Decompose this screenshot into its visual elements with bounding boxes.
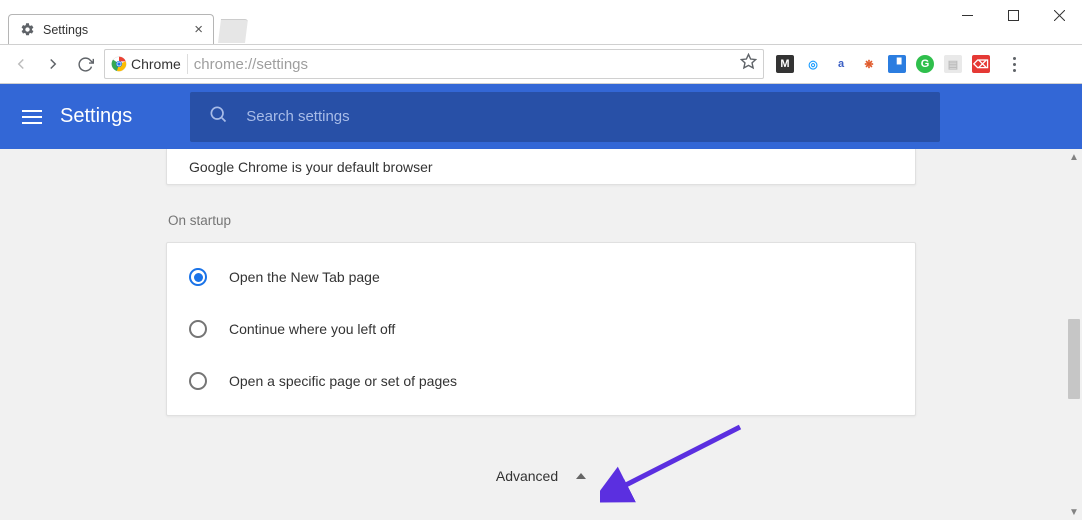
default-browser-text: Google Chrome is your default browser bbox=[189, 159, 433, 175]
site-identity[interactable]: Chrome bbox=[111, 56, 181, 72]
window-minimize-button[interactable] bbox=[944, 0, 990, 30]
radio-icon bbox=[189, 320, 207, 338]
back-button[interactable] bbox=[8, 51, 34, 77]
extensions-area: M ◎ a ❋ ▝ G ▤ ⌫ bbox=[770, 55, 996, 73]
startup-option-0[interactable]: Open the New Tab page bbox=[167, 251, 915, 303]
extension-ext-g[interactable]: G bbox=[916, 55, 934, 73]
address-bar[interactable]: Chrome chrome://settings bbox=[104, 49, 764, 79]
chrome-menu-button[interactable] bbox=[1002, 57, 1026, 72]
radio-icon bbox=[189, 268, 207, 286]
tab-strip: Settings × bbox=[0, 0, 1082, 44]
secure-label: Chrome bbox=[131, 56, 181, 72]
extension-ext-tb[interactable]: ▝ bbox=[888, 55, 906, 73]
startup-option-label: Open a specific page or set of pages bbox=[229, 373, 457, 389]
scrollbar-thumb[interactable] bbox=[1068, 319, 1080, 399]
bookmark-star-icon[interactable] bbox=[740, 53, 757, 75]
settings-content: Google Chrome is your default browser On… bbox=[0, 149, 1082, 520]
url-text: chrome://settings bbox=[194, 56, 734, 73]
page-title: Settings bbox=[60, 105, 132, 128]
extension-ext-pg[interactable]: ▤ bbox=[944, 55, 962, 73]
window-close-button[interactable] bbox=[1036, 0, 1082, 30]
advanced-label: Advanced bbox=[496, 468, 558, 484]
default-browser-card: Google Chrome is your default browser bbox=[166, 149, 916, 185]
settings-search-box[interactable]: Search settings bbox=[190, 92, 940, 142]
search-icon bbox=[208, 104, 228, 129]
startup-option-label: Open the New Tab page bbox=[229, 269, 380, 285]
advanced-toggle[interactable]: Advanced bbox=[166, 468, 916, 484]
section-label-startup: On startup bbox=[168, 213, 916, 228]
tab-close-icon[interactable]: × bbox=[194, 21, 203, 38]
extension-ext-sp[interactable]: ❋ bbox=[860, 55, 878, 73]
forward-button[interactable] bbox=[40, 51, 66, 77]
extension-ext-o1[interactable]: ◎ bbox=[804, 55, 822, 73]
scrollbar-track[interactable]: ▲ ▼ bbox=[1066, 149, 1082, 520]
reload-button[interactable] bbox=[72, 51, 98, 77]
scroll-down-icon[interactable]: ▼ bbox=[1066, 504, 1082, 520]
search-placeholder: Search settings bbox=[246, 108, 349, 125]
browser-toolbar: Chrome chrome://settings M ◎ a ❋ ▝ G ▤ ⌫ bbox=[0, 44, 1082, 84]
startup-card: Open the New Tab page Continue where you … bbox=[166, 242, 916, 416]
extension-ext-e[interactable]: ⌫ bbox=[972, 55, 990, 73]
new-tab-button[interactable] bbox=[218, 19, 248, 43]
omnibox-divider bbox=[187, 54, 188, 74]
caret-up-icon bbox=[576, 473, 586, 479]
menu-icon[interactable] bbox=[22, 110, 42, 124]
startup-option-label: Continue where you left off bbox=[229, 321, 395, 337]
startup-option-1[interactable]: Continue where you left off bbox=[167, 303, 915, 355]
window-maximize-button[interactable] bbox=[990, 0, 1036, 30]
scroll-up-icon[interactable]: ▲ bbox=[1066, 149, 1082, 165]
tab-title: Settings bbox=[43, 23, 186, 37]
tab-settings[interactable]: Settings × bbox=[8, 14, 214, 44]
chrome-icon bbox=[111, 56, 127, 72]
radio-icon bbox=[189, 372, 207, 390]
settings-header: Settings Search settings bbox=[0, 84, 1082, 149]
startup-option-2[interactable]: Open a specific page or set of pages bbox=[167, 355, 915, 407]
extension-ext-m[interactable]: M bbox=[776, 55, 794, 73]
extension-ext-a[interactable]: a bbox=[832, 55, 850, 73]
gear-icon bbox=[19, 22, 35, 38]
